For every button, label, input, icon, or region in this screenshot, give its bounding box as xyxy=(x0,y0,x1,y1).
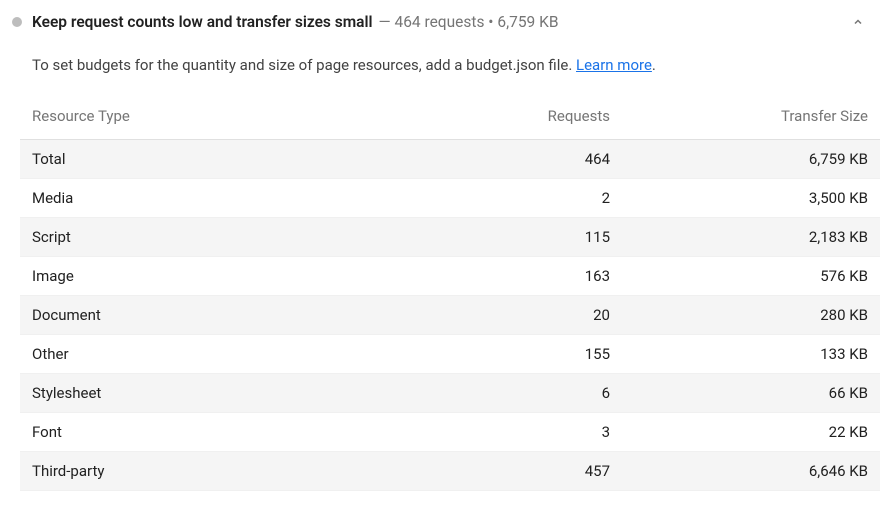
cell-size: 22 KB xyxy=(622,412,880,451)
header-resource-type: Resource Type xyxy=(20,97,407,140)
cell-requests: 115 xyxy=(407,217,622,256)
cell-type: Image xyxy=(20,256,407,295)
audit-header[interactable]: Keep request counts low and transfer siz… xyxy=(0,12,880,36)
table-body: Total 464 6,759 KB Media 2 3,500 KB Scri… xyxy=(20,139,880,490)
cell-type: Media xyxy=(20,178,407,217)
header-requests: Requests xyxy=(407,97,622,140)
description-text: To set budgets for the quantity and size… xyxy=(32,56,576,74)
cell-size: 2,183 KB xyxy=(622,217,880,256)
cell-size: 6,759 KB xyxy=(622,139,880,178)
cell-requests: 155 xyxy=(407,334,622,373)
cell-requests: 457 xyxy=(407,451,622,490)
cell-type: Third-party xyxy=(20,451,407,490)
resource-table: Resource Type Requests Transfer Size Tot… xyxy=(20,97,880,491)
table-row: Third-party 457 6,646 KB xyxy=(20,451,880,490)
chevron-up-icon[interactable] xyxy=(848,12,868,32)
cell-requests: 464 xyxy=(407,139,622,178)
cell-size: 3,500 KB xyxy=(622,178,880,217)
table-row: Script 115 2,183 KB xyxy=(20,217,880,256)
cell-requests: 3 xyxy=(407,412,622,451)
table-row: Media 2 3,500 KB xyxy=(20,178,880,217)
cell-size: 576 KB xyxy=(622,256,880,295)
table-row: Total 464 6,759 KB xyxy=(20,139,880,178)
table-row: Font 3 22 KB xyxy=(20,412,880,451)
table-row: Document 20 280 KB xyxy=(20,295,880,334)
cell-requests: 6 xyxy=(407,373,622,412)
cell-type: Stylesheet xyxy=(20,373,407,412)
table-header-row: Resource Type Requests Transfer Size xyxy=(20,97,880,140)
audit-summary: 464 requests • 6,759 KB xyxy=(379,13,559,31)
cell-requests: 20 xyxy=(407,295,622,334)
cell-size: 6,646 KB xyxy=(622,451,880,490)
cell-type: Total xyxy=(20,139,407,178)
table-row: Stylesheet 6 66 KB xyxy=(20,373,880,412)
audit-title: Keep request counts low and transfer siz… xyxy=(32,13,373,31)
header-transfer-size: Transfer Size xyxy=(622,97,880,140)
learn-more-link[interactable]: Learn more xyxy=(576,56,652,74)
table-row: Image 163 576 KB xyxy=(20,256,880,295)
audit-description: To set budgets for the quantity and size… xyxy=(0,36,880,97)
cell-size: 280 KB xyxy=(622,295,880,334)
description-period: . xyxy=(652,56,656,74)
status-dot-icon xyxy=(12,17,22,27)
cell-size: 133 KB xyxy=(622,334,880,373)
cell-type: Font xyxy=(20,412,407,451)
cell-type: Other xyxy=(20,334,407,373)
cell-requests: 2 xyxy=(407,178,622,217)
cell-size: 66 KB xyxy=(622,373,880,412)
cell-type: Document xyxy=(20,295,407,334)
cell-requests: 163 xyxy=(407,256,622,295)
table-row: Other 155 133 KB xyxy=(20,334,880,373)
cell-type: Script xyxy=(20,217,407,256)
